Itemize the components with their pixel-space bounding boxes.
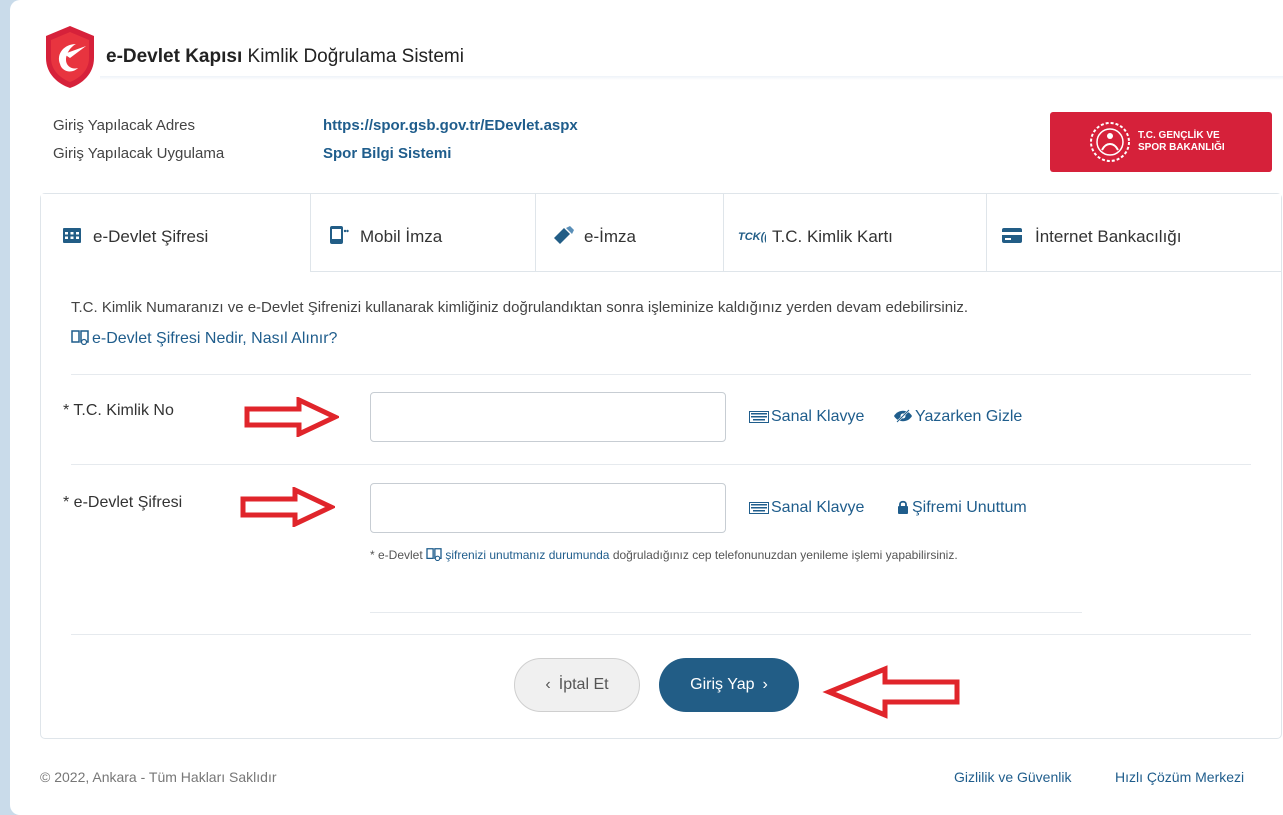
ministry-name-line1: T.C. GENÇLİK VE [1138,130,1220,141]
eye-slash-icon [894,409,912,423]
chevron-right-icon: › [762,676,768,693]
password-label: * e-Devlet Şifresi [63,494,183,511]
app-label: Giriş Yapılacak Uygulama [53,145,225,162]
ministry-emblem-icon [1090,122,1130,162]
note-emphasis: şifrenizi unutmanız durumunda [445,548,610,562]
tc-kimlik-label: * T.C. Kimlik No [63,402,174,419]
keyboard-icon [749,502,769,514]
login-method-tabs: e-Devlet Şifresi Mobil İmza e-İmza TCK((… [41,194,1281,272]
divider [71,634,1251,635]
login-button[interactable]: Giriş Yap › [659,658,799,712]
tab-label: e-İmza [584,227,636,246]
forgot-password-link[interactable]: Şifremi Unuttum [896,499,1027,517]
password-input[interactable] [370,483,726,533]
password-note: * e-Devlet şifrenizi unutmanız durumunda… [370,544,1070,566]
keyboard-icon [749,411,769,423]
help-link[interactable]: e-Devlet Şifresi Nedir, Nasıl Alınır? [71,329,337,348]
help-link-label: e-Devlet Şifresi Nedir, Nasıl Alınır? [92,330,338,347]
red-arrow-icon [244,397,339,437]
e-devlet-logo-icon [46,26,94,88]
login-panel: e-Devlet Şifresi Mobil İmza e-İmza TCK((… [40,193,1282,739]
virtual-keyboard-label: Sanal Klavye [771,499,865,516]
chevron-left-icon: ‹ [545,676,551,693]
cancel-button[interactable]: ‹ İptal Et [514,658,640,712]
ministry-name: T.C. GENÇLİK VE SPOR BAKANLIĞI [1138,130,1225,154]
note-rest: doğruladığınız cep telefonunuzdan yenile… [612,548,958,562]
tab-label: Mobil İmza [360,227,443,246]
calendar-grid-icon [63,228,81,243]
divider [71,374,1251,375]
tab-internet-bankaciligi[interactable]: İnternet Bankacılığı [986,194,1281,272]
id-card-logo-icon: TCK(( [738,231,766,243]
login-label: Giriş Yap [690,676,755,693]
tab-e-devlet-sifresi[interactable]: e-Devlet Şifresi [41,194,310,272]
red-arrow-icon [240,487,335,527]
page-title: e-Devlet Kapısı Kimlik Doğrulama Sistemi [106,46,464,68]
privacy-link[interactable]: Gizlilik ve Güvenlik [954,769,1071,785]
header-divider [100,76,1283,80]
note-prefix: * e-Devlet [370,548,423,562]
virtual-keyboard-button[interactable]: Sanal Klavye [749,499,864,517]
divider [370,612,1082,613]
divider [71,464,1251,465]
virtual-keyboard-label: Sanal Klavye [771,408,865,425]
red-arrow-icon [822,665,960,719]
ministry-logo: T.C. GENÇLİK VE SPOR BAKANLIĞI [1050,112,1272,172]
page-frame: e-Devlet Kapısı Kimlik Doğrulama Sistemi… [10,0,1283,815]
footer-copyright: © 2022, Ankara - Tüm Hakları Saklıdır [40,769,277,785]
header: e-Devlet Kapısı Kimlik Doğrulama Sistemi [10,0,1283,88]
book-icon [71,330,89,346]
tab-label: T.C. Kimlik Kartı [772,227,893,246]
tab-tc-kimlik-karti[interactable]: TCK(( T.C. Kimlik Kartı [723,194,986,272]
virtual-keyboard-button[interactable]: Sanal Klavye [749,408,864,426]
tc-kimlik-input[interactable] [370,392,726,442]
login-description: T.C. Kimlik Numaranızı ve e-Devlet Şifre… [71,299,969,316]
ministry-name-line2: SPOR BAKANLIĞI [1138,142,1225,153]
book-icon [426,548,442,562]
hide-while-typing-label: Yazarken Gizle [915,408,1023,425]
svg-text:TCK((: TCK(( [738,231,766,243]
brand-rest: Kimlik Doğrulama Sistemi [247,46,464,67]
tab-mobil-imza[interactable]: Mobil İmza [310,194,535,272]
lock-icon [898,500,908,514]
address-value: https://spor.gsb.gov.tr/EDevlet.aspx [323,117,578,134]
hide-while-typing-button[interactable]: Yazarken Gizle [893,408,1022,426]
help-center-link[interactable]: Hızlı Çözüm Merkezi [1115,769,1244,785]
app-value: Spor Bilgi Sistemi [323,145,452,162]
address-label: Giriş Yapılacak Adres [53,117,196,134]
mobile-phone-icon [330,226,349,244]
cancel-label: İptal Et [558,676,609,693]
usb-token-icon [554,226,574,244]
tab-label: e-Devlet Şifresi [93,227,209,246]
credit-card-icon [1002,228,1022,243]
brand-bold: e-Devlet Kapısı [106,46,243,67]
tab-label: İnternet Bankacılığı [1035,227,1182,246]
forgot-password-label: Şifremi Unuttum [912,499,1027,516]
tab-e-imza[interactable]: e-İmza [535,194,723,272]
